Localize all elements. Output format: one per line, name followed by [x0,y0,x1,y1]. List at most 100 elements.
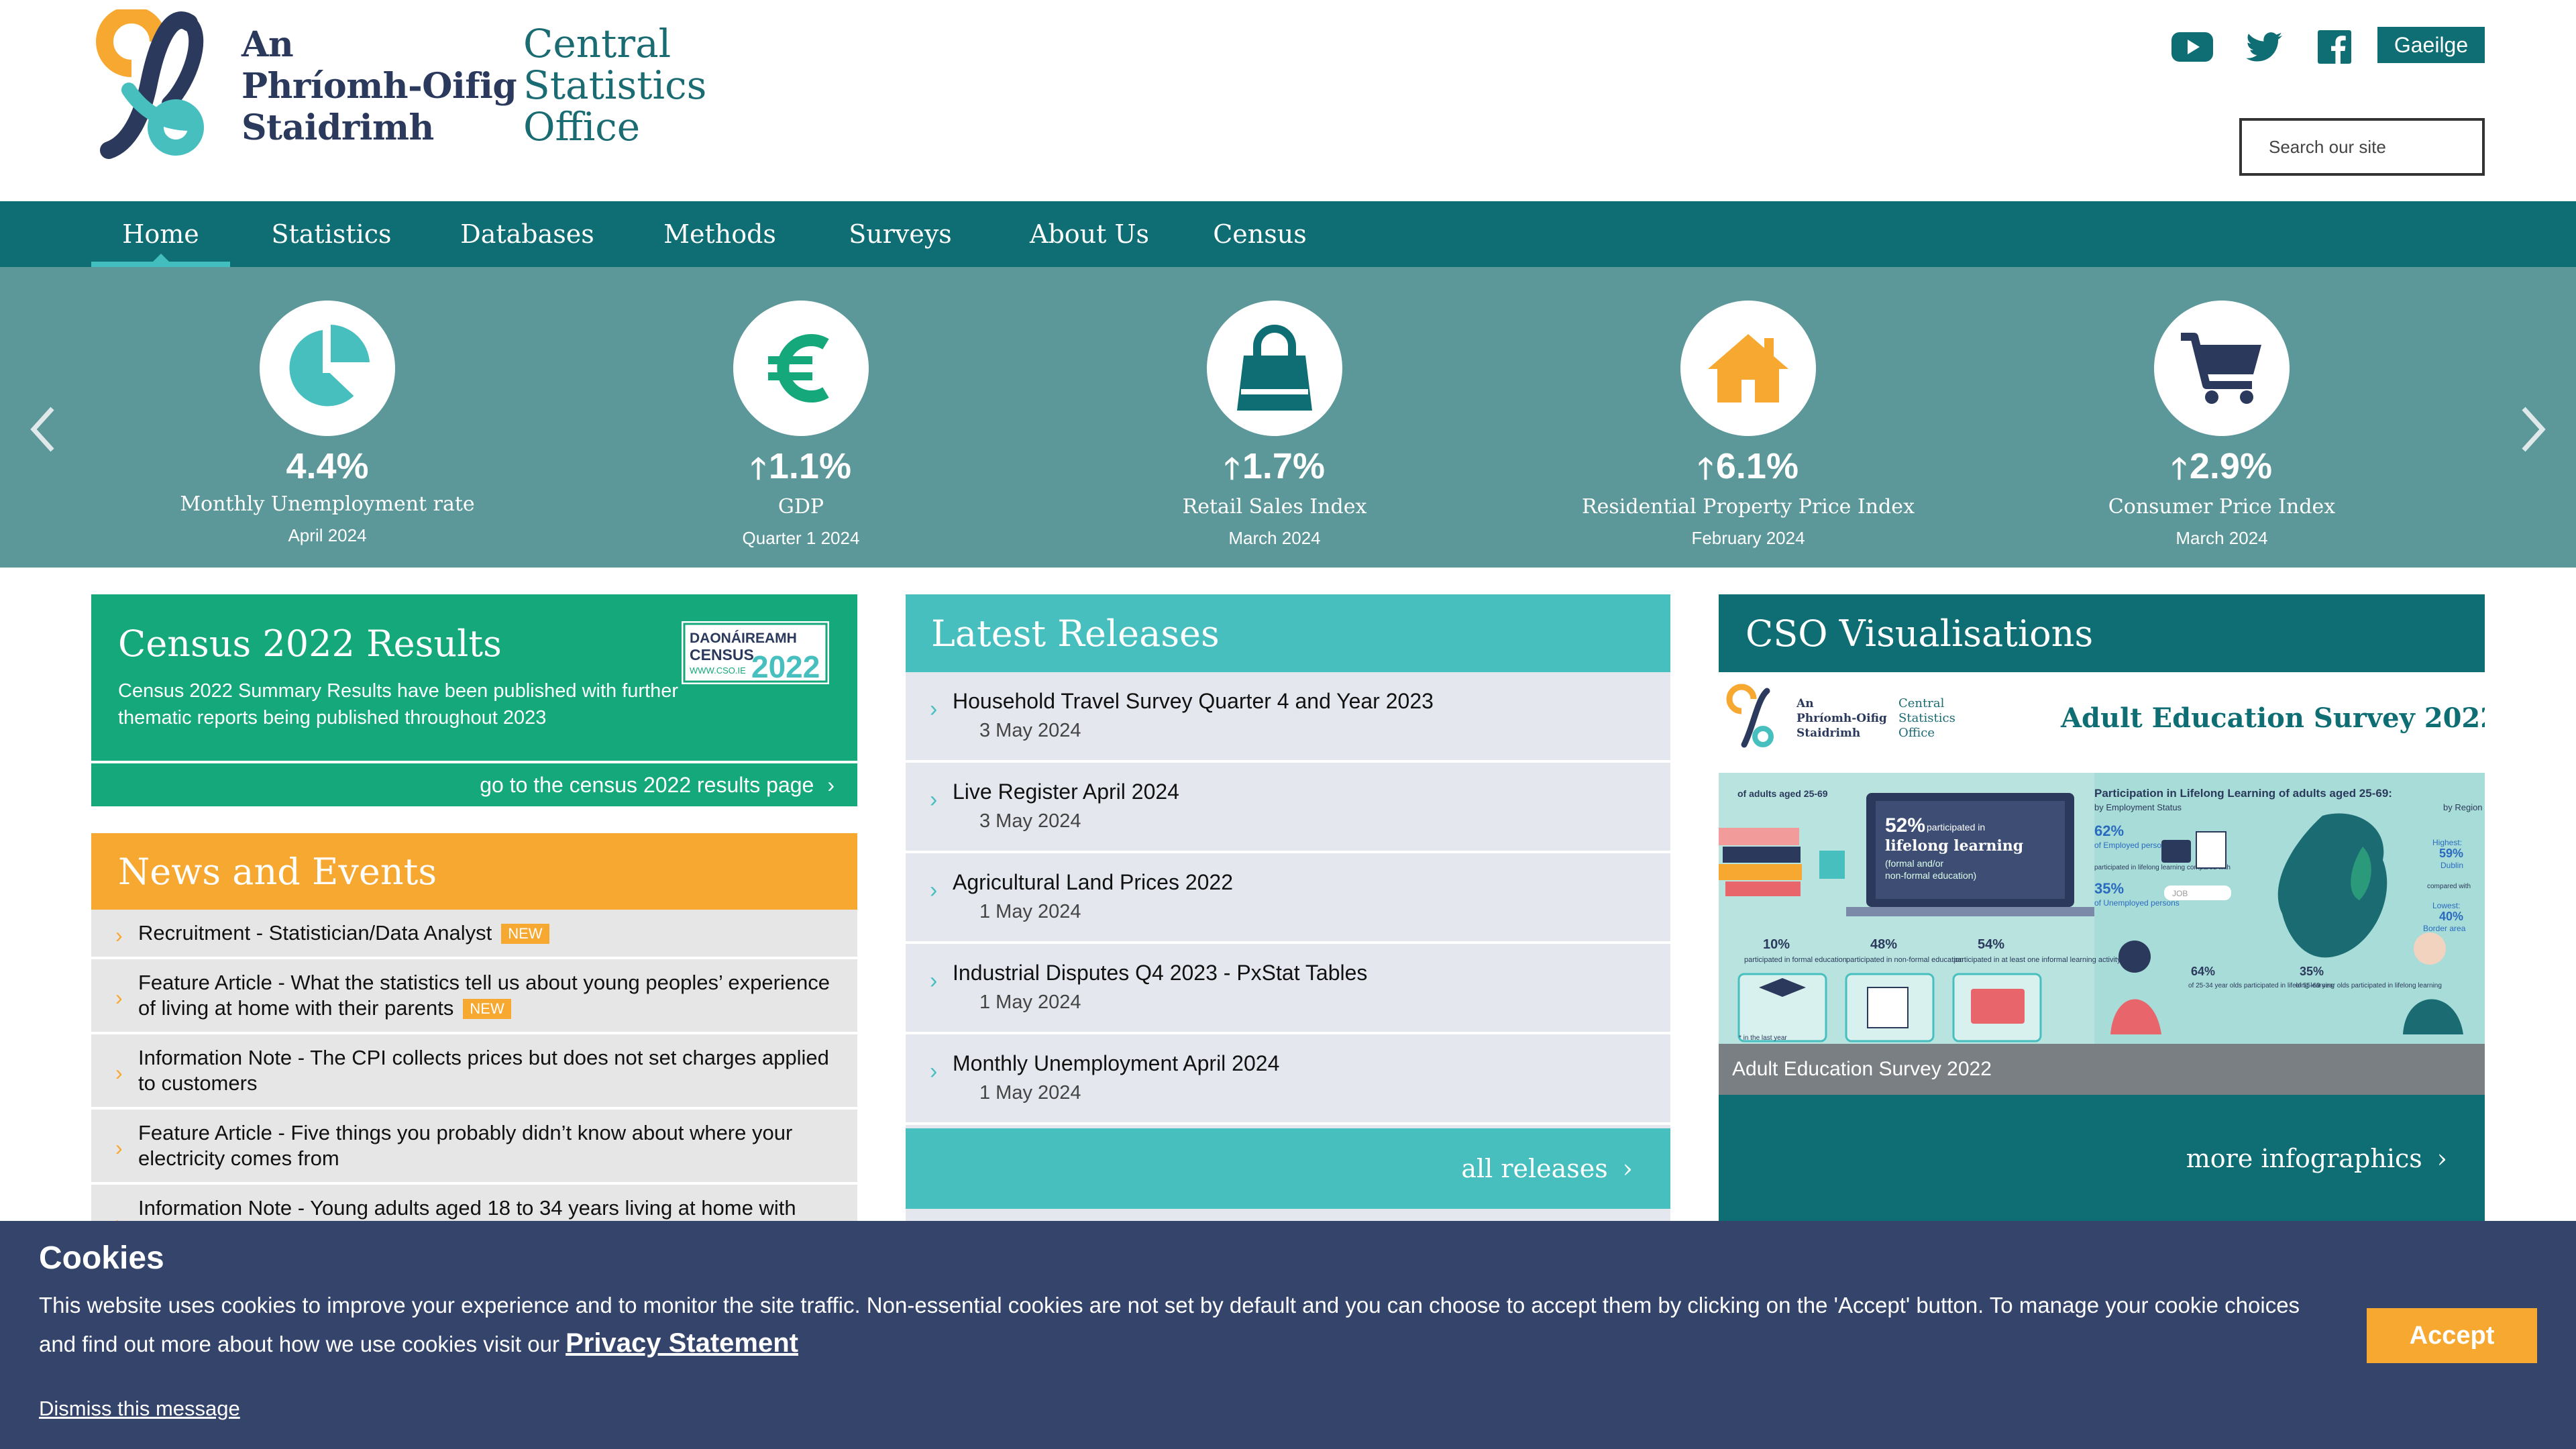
infographic-text: Lowest: [2432,901,2460,910]
chevron-right-icon [2522,407,2546,452]
release-item[interactable]: › Live Register April 2024 3 May 2024 [906,763,1670,853]
stat-card-unemployment[interactable]: 4.4% Monthly Unemployment rate April 202… [140,301,515,551]
infographic-text: by Region [2443,802,2483,812]
cso-logo-icon[interactable] [89,9,216,161]
infographic-text: 48% [1870,937,1897,952]
stat-icon-circle [733,301,869,436]
latest-releases-card: Latest Releases › Household Travel Surve… [906,594,1670,1225]
news-item-text: Recruitment - Statistician/Data Analyst [138,921,492,945]
release-item[interactable]: › Industrial Disputes Q4 2023 - PxStat T… [906,944,1670,1034]
stat-card-property-price[interactable]: 🡑6.1% Residential Property Price Index F… [1560,301,1936,554]
stat-value: 🡑1.1% [613,443,989,492]
news-item[interactable]: › Feature Article - Five things you prob… [91,1110,857,1185]
arrow-up-icon: 🡑 [1698,452,1713,485]
infographic-text: 52% [1885,814,1925,837]
infographic-text: 59% [2439,847,2463,860]
chevron-left-icon [30,407,54,452]
release-date: 3 May 2024 [979,810,1081,832]
stat-label: Residential Property Price Index [1582,495,1915,519]
language-toggle-button[interactable]: Gaeilge [2377,27,2485,63]
news-item[interactable]: › Recruitment - Statistician/Data Analys… [91,910,857,959]
release-title: Monthly Unemployment April 2024 [953,1051,1280,1075]
census-2022-logo: DAONÁIREAMH CENSUS WWW.CSO.IE 2022 [682,621,829,684]
chevron-right-icon: › [930,1059,938,1084]
chevron-right-icon: › [115,1061,123,1085]
nav-item-surveys[interactable]: Surveys [837,201,963,267]
infographic-logo-ga3: Staidrimh [1796,727,1860,740]
stat-icon-circle [1207,301,1342,436]
stat-card-retail-sales[interactable]: 🡑1.7% Retail Sales Index March 2024 [1087,301,1462,554]
infographic-text: * in the last year [1739,1034,1787,1042]
house-icon [1708,334,1788,402]
nav-item-methods[interactable]: Methods [655,201,785,267]
shopping-bag-icon [1237,325,1312,411]
logo-text-irish[interactable]: An Phríomh-Oifig Staidrimh [241,24,517,149]
cookie-banner: Cookies This website uses cookies to imp… [0,1221,2576,1449]
infographic-text: (formal and/or [1885,858,1943,869]
stat-card-gdp[interactable]: 🡑1.1% GDP Quarter 1 2024 [613,301,989,554]
infographic-logo-en1: Central [1898,696,1945,710]
carousel-next-button[interactable] [2513,402,2553,456]
nav-item-census[interactable]: Census [1201,201,1319,267]
visualisations-card: CSO Visualisations An Phríomh-Oifig Stai… [1719,594,2485,1225]
nav-item-home[interactable]: Home [91,201,230,267]
census-results-link[interactable]: go to the census 2022 results page › [91,761,857,806]
stat-label: GDP [777,495,824,519]
news-item[interactable]: › Feature Article - What the statistics … [91,959,857,1034]
census-link-text: go to the census 2022 results page [480,772,814,797]
carousel-prev-button[interactable] [23,402,63,456]
census-badge-url: WWW.CSO.IE [690,665,746,676]
stat-value: 4.4% [140,443,515,490]
infographic-logo-ga2: Phríomh-Oifig [1796,712,1887,725]
chevron-right-icon: › [2436,1144,2447,1173]
logo-text-english[interactable]: Central Statistics Office [523,23,706,148]
facebook-icon[interactable] [2313,27,2356,67]
accept-cookies-button[interactable]: Accept [2367,1308,2537,1363]
stat-value: 🡑2.9% [2034,443,2410,492]
release-item[interactable]: › Household Travel Survey Quarter 4 and … [906,672,1670,763]
youtube-icon[interactable] [2171,27,2214,67]
all-releases-text: all releases [1461,1154,1608,1183]
stat-value-text: 1.1% [768,446,851,486]
viz-title: CSO Visualisations [1746,612,2094,655]
main-nav: Home Statistics Databases Methods Survey… [0,201,2576,267]
infographic-text: of Unemployed persons [2094,898,2180,908]
release-date: 1 May 2024 [979,901,1081,922]
release-title: Industrial Disputes Q4 2023 - PxStat Tab… [953,961,1368,985]
stat-value-text: 4.4% [286,446,369,486]
stat-icon-circle [1680,301,1816,436]
infographic-text: of adults aged 25-69 [1737,788,1828,799]
nav-item-statistics[interactable]: Statistics [263,201,400,267]
dismiss-cookie-link[interactable]: Dismiss this message [39,1397,240,1421]
stat-date: April 2024 [288,525,367,545]
more-infographics-link[interactable]: more infographics › [1719,1095,2485,1182]
news-title: News and Events [91,833,857,910]
infographic-text: 54% [1978,937,2004,952]
news-events-card: News and Events › Recruitment - Statisti… [91,833,857,1236]
infographic-caption: Adult Education Survey 2022 [1719,1044,2485,1095]
shopping-cart-icon [2181,333,2261,404]
release-item[interactable]: › Monthly Unemployment April 2024 1 May … [906,1034,1670,1125]
nav-item-databases[interactable]: Databases [452,201,602,267]
new-badge: NEW [501,924,549,944]
new-badge: NEW [463,999,511,1019]
infographic-text: Highest: [2432,838,2462,847]
release-item[interactable]: › Agricultural Land Prices 2022 1 May 20… [906,853,1670,944]
privacy-statement-link[interactable]: Privacy Statement [566,1328,798,1358]
infographic-text: 40% [2439,910,2463,923]
infographic-image[interactable]: An Phríomh-Oifig Staidrimh Central Stati… [1719,672,2485,1044]
release-title: Agricultural Land Prices 2022 [953,870,1234,894]
infographic-logo-en3: Office [1898,726,1935,740]
cookie-message-text: This website uses cookies to improve you… [39,1293,2300,1356]
logo-ga-line1: An [241,24,294,65]
nav-item-about-us[interactable]: About Us [1016,201,1163,267]
stat-value: 🡑1.7% [1087,443,1462,492]
cookie-message: This website uses cookies to improve you… [39,1287,2306,1363]
stat-card-consumer-price[interactable]: 🡑2.9% Consumer Price Index March 2024 [2034,301,2410,554]
search-input[interactable] [2239,118,2485,176]
all-releases-link[interactable]: all releases › [906,1128,1670,1209]
twitter-icon[interactable] [2243,27,2286,67]
logo-en-line1: Central [523,21,672,66]
chevron-right-icon: › [115,985,123,1010]
news-item[interactable]: › Information Note - The CPI collects pr… [91,1034,857,1110]
